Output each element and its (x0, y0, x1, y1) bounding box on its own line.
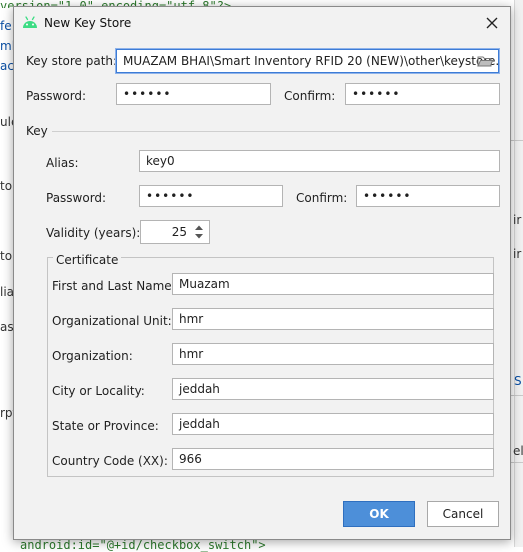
keystore-path-value: MUAZAM BHAI\Smart Inventory RFID 20 (NEW… (123, 54, 499, 68)
keystore-password-input[interactable]: •••••• (116, 83, 271, 105)
org-unit-label: Organizational Unit: (52, 314, 172, 328)
ide-fragment: ir (513, 247, 522, 261)
key-confirm-input[interactable]: •••••• (356, 185, 500, 207)
ide-fragment: S (514, 374, 522, 388)
first-last-name-input[interactable]: Muazam (172, 273, 494, 295)
certificate-legend: Certificate (53, 253, 122, 267)
dialog-title: New Key Store (44, 16, 132, 30)
first-last-name-label: First and Last Name: (52, 279, 176, 293)
state-input[interactable]: jeddah (172, 413, 494, 435)
keystore-password-label: Password: (26, 89, 87, 103)
folder-icon[interactable] (472, 50, 498, 72)
ide-fragment: ir (513, 213, 522, 227)
keystore-path-label: Key store path: (26, 54, 118, 68)
new-key-store-dialog: New Key Store Key store path: MUAZAM BHA… (13, 6, 511, 540)
validity-label: Validity (years): (46, 226, 141, 240)
organization-input[interactable]: hmr (172, 343, 494, 365)
ide-fragment: el (513, 444, 523, 458)
key-confirm-label: Confirm: (296, 191, 348, 205)
city-input[interactable]: jeddah (172, 378, 494, 400)
validity-value: 25 (171, 225, 187, 239)
key-password-input[interactable]: •••••• (139, 185, 283, 207)
ide-divider (510, 395, 523, 396)
alias-label: Alias: (46, 156, 79, 170)
ide-right-panel (514, 0, 523, 547)
state-label: State or Province: (52, 419, 159, 433)
keystore-confirm-input[interactable]: •••••• (345, 83, 500, 105)
close-icon[interactable] (480, 11, 504, 35)
country-code-input[interactable]: 966 (172, 448, 494, 470)
keystore-path-input[interactable]: MUAZAM BHAI\Smart Inventory RFID 20 (NEW… (116, 49, 499, 73)
country-code-label: Country Code (XX): (52, 454, 168, 468)
organization-label: Organization: (52, 349, 133, 363)
validity-spinner[interactable]: 25 (140, 220, 210, 244)
ide-code-line: android:id="@+id/checkbox_switch"> (20, 538, 266, 552)
ide-divider (510, 462, 523, 463)
ide-fragment: ac (0, 59, 14, 73)
alias-input[interactable]: key0 (139, 150, 500, 172)
ide-divider (510, 140, 523, 141)
android-icon (22, 16, 38, 30)
city-label: City or Locality: (52, 384, 145, 398)
dialog-titlebar: New Key Store (14, 7, 510, 39)
key-password-label: Password: (46, 191, 107, 205)
org-unit-input[interactable]: hmr (172, 308, 494, 330)
spinner-arrows-icon[interactable] (191, 223, 207, 241)
ide-fragment: fe (0, 19, 12, 33)
ide-fragment: as (0, 320, 14, 334)
keystore-confirm-label: Confirm: (284, 89, 336, 103)
key-section-label: Key (26, 124, 48, 138)
key-section-separator (52, 131, 500, 132)
cancel-button[interactable]: Cancel (427, 501, 499, 527)
ide-fragment: lia (0, 285, 15, 299)
ok-button[interactable]: OK (343, 501, 415, 527)
